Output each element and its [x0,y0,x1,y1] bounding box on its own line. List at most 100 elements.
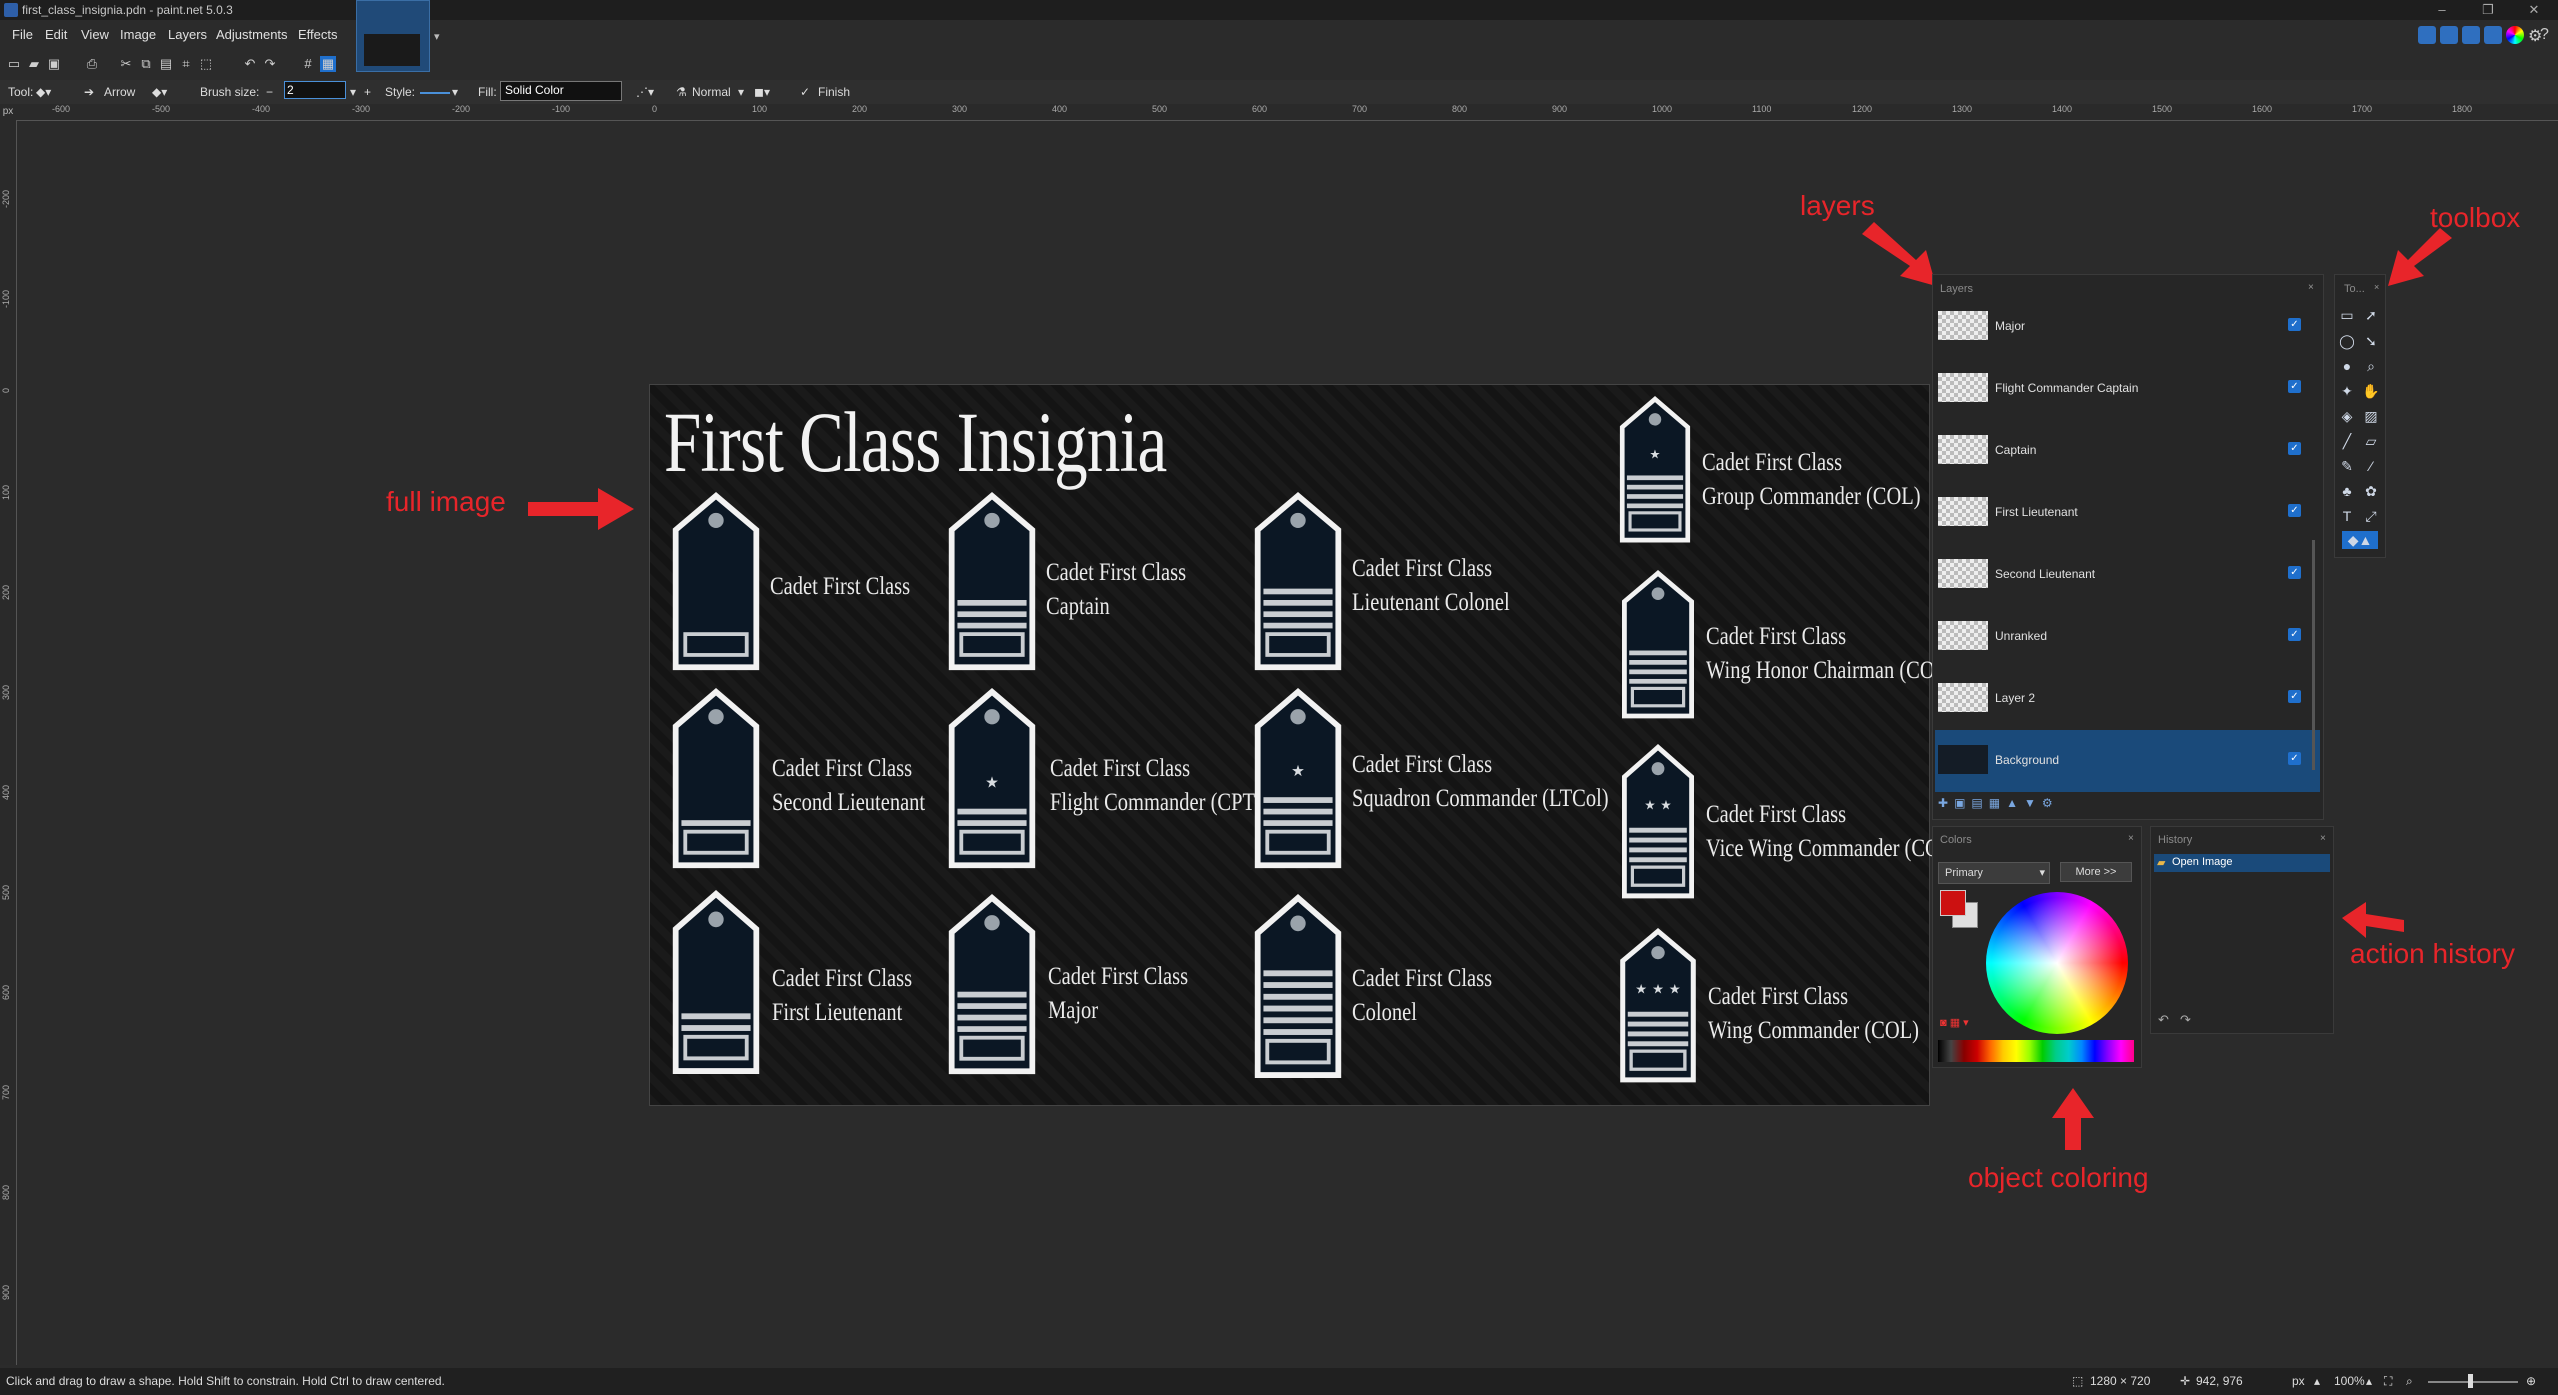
undo-icon[interactable]: ↶ [242,56,258,72]
layer-row[interactable]: Flight Commander Captain ✓ [1935,358,2320,420]
paste-icon[interactable]: ▤ [158,56,174,72]
layer-row[interactable]: Captain ✓ [1935,420,2320,482]
tools-toggle-icon[interactable] [2418,26,2436,44]
color-wheel-icon[interactable] [2506,26,2524,44]
layer-visibility-checkbox[interactable]: ✓ [2288,318,2301,331]
deselect-icon[interactable]: ⬚ [198,56,214,72]
paint-bucket-icon[interactable]: ◈ [2338,407,2356,425]
brush-size-input[interactable] [284,81,346,99]
cut-icon[interactable]: ✂ [118,56,134,72]
menu-view[interactable]: View [81,27,109,42]
layer-visibility-checkbox[interactable]: ✓ [2288,504,2301,517]
menu-adjustments[interactable]: Adjustments [216,27,288,42]
line-style-icon[interactable] [420,92,450,94]
color-picker-icon[interactable]: ⁄ [2362,457,2380,475]
merge-layer-icon[interactable]: ▦ [1989,796,2006,810]
crop-icon[interactable]: ⌗ [178,56,194,72]
paintbrush-icon[interactable]: ╱ [2338,432,2356,450]
zoom-slider[interactable] [2428,1381,2518,1383]
magic-wand-icon[interactable]: ✦ [2338,382,2356,400]
move-selection-icon[interactable]: ➘ [2362,332,2380,350]
palette-options-icon[interactable]: ◙ ▦ ▾ [1940,1016,1969,1029]
increase-brush-icon[interactable]: + [364,85,371,99]
color-mode-select[interactable]: Primary ▾ [1938,862,2050,884]
history-close-icon[interactable]: × [2320,833,2326,844]
primary-color-swatch[interactable] [1940,890,1966,916]
layer-properties-icon[interactable]: ⚙ [2042,796,2059,810]
layer-visibility-checkbox[interactable]: ✓ [2288,628,2301,641]
zoom-value[interactable]: 100% [2334,1374,2365,1388]
blend-mode-dropdown[interactable]: Normal [692,85,731,99]
history-redo-icon[interactable]: ↷ [2180,1012,2191,1028]
grid-icon[interactable]: # [300,56,316,72]
menu-file[interactable]: File [12,27,33,42]
arrow-dropdown[interactable]: Arrow [104,85,135,99]
layer-row[interactable]: Major ✓ [1935,296,2320,358]
close-icon[interactable]: ✕ [2512,0,2556,20]
shapes-icon[interactable]: ◆▲ [2342,531,2378,549]
move-layer-down-icon[interactable]: ▼ [2024,796,2042,810]
antialiasing-icon[interactable]: ⋰▾ [636,85,654,99]
zoom-in-icon[interactable]: ⊕ [2526,1374,2536,1388]
layer-row[interactable]: Layer 2 ✓ [1935,668,2320,730]
brush-size-dropdown-icon[interactable]: ▾ [350,85,356,99]
save-icon[interactable]: ▣ [46,56,62,72]
maximize-icon[interactable]: ❐ [2466,0,2510,20]
tab-dropdown-icon[interactable]: ▾ [434,30,440,43]
delete-layer-icon[interactable]: ▣ [1954,796,1971,810]
line-curve-icon[interactable]: ⤢ [2362,507,2380,525]
gradient-icon[interactable]: ▨ [2362,407,2380,425]
decrease-brush-icon[interactable]: − [266,85,273,99]
layer-visibility-checkbox[interactable]: ✓ [2288,752,2301,765]
duplicate-layer-icon[interactable]: ▤ [1971,796,1988,810]
unit-dropdown-icon[interactable]: ▴ [2314,1374,2320,1388]
rectangle-select-icon[interactable]: ▭ [2338,306,2356,324]
line-style-dropdown-icon[interactable]: ▾ [452,85,458,99]
layer-row[interactable]: Background ✓ [1935,730,2320,792]
toolbox-close-icon[interactable]: × [2374,282,2379,292]
menu-effects[interactable]: Effects [298,27,338,42]
layer-row[interactable]: Second Lieutenant ✓ [1935,544,2320,606]
layer-visibility-checkbox[interactable]: ✓ [2288,380,2301,393]
layer-visibility-checkbox[interactable]: ✓ [2288,690,2301,703]
ellipse-select-icon[interactable]: ● [2338,357,2356,375]
shape-tool-icon[interactable]: ◆▾ [36,85,51,99]
eraser-icon[interactable]: ▱ [2362,432,2380,450]
layers-toggle-icon[interactable] [2462,26,2480,44]
history-item[interactable]: ▰ Open Image [2154,854,2330,872]
finish-button[interactable]: Finish [818,85,850,99]
menu-edit[interactable]: Edit [45,27,67,42]
colors-toggle-icon[interactable] [2484,26,2502,44]
open-icon[interactable]: ▰ [26,56,42,72]
color-palette[interactable] [1938,1040,2134,1062]
colors-close-icon[interactable]: × [2128,833,2134,844]
copy-icon[interactable]: ⧉ [138,56,154,72]
print-icon[interactable]: ⎙ [84,56,100,72]
lasso-select-icon[interactable]: ◯ [2338,332,2356,350]
zoom-icon[interactable]: ⌕ [2362,357,2380,375]
recolor-icon[interactable]: ✿ [2362,482,2380,500]
layer-visibility-checkbox[interactable]: ✓ [2288,442,2301,455]
help-icon[interactable]: ? [2540,26,2549,44]
move-layer-up-icon[interactable]: ▲ [2006,796,2024,810]
add-layer-icon[interactable]: ✚ [1938,796,1954,810]
redo-icon[interactable]: ↷ [262,56,278,72]
menu-layers[interactable]: Layers [168,27,207,42]
zoom-fit-icon[interactable]: ⛶ [2384,1374,2392,1389]
layer-row[interactable]: First Lieutenant ✓ [1935,482,2320,544]
new-icon[interactable]: ▭ [6,56,22,72]
unit-select[interactable]: px [2292,1374,2305,1388]
layers-close-icon[interactable]: × [2308,282,2314,293]
layer-row[interactable]: Unranked ✓ [1935,606,2320,668]
zoom-out-icon[interactable]: ⌕ [2406,1374,2413,1389]
text-icon[interactable]: T [2338,507,2356,525]
pan-icon[interactable]: ✋ [2362,382,2380,400]
blend-mode-caret-icon[interactable]: ▾ [738,85,744,99]
layers-scrollbar[interactable] [2312,540,2315,770]
minimize-icon[interactable]: – [2420,0,2464,20]
fill-select[interactable]: Solid Color [500,81,622,101]
history-toggle-icon[interactable] [2440,26,2458,44]
pixel-grid-icon[interactable]: ▦ [320,56,336,72]
shape-type-icon[interactable]: ◆▾ [152,85,167,99]
clone-stamp-icon[interactable]: ♣ [2338,482,2356,500]
